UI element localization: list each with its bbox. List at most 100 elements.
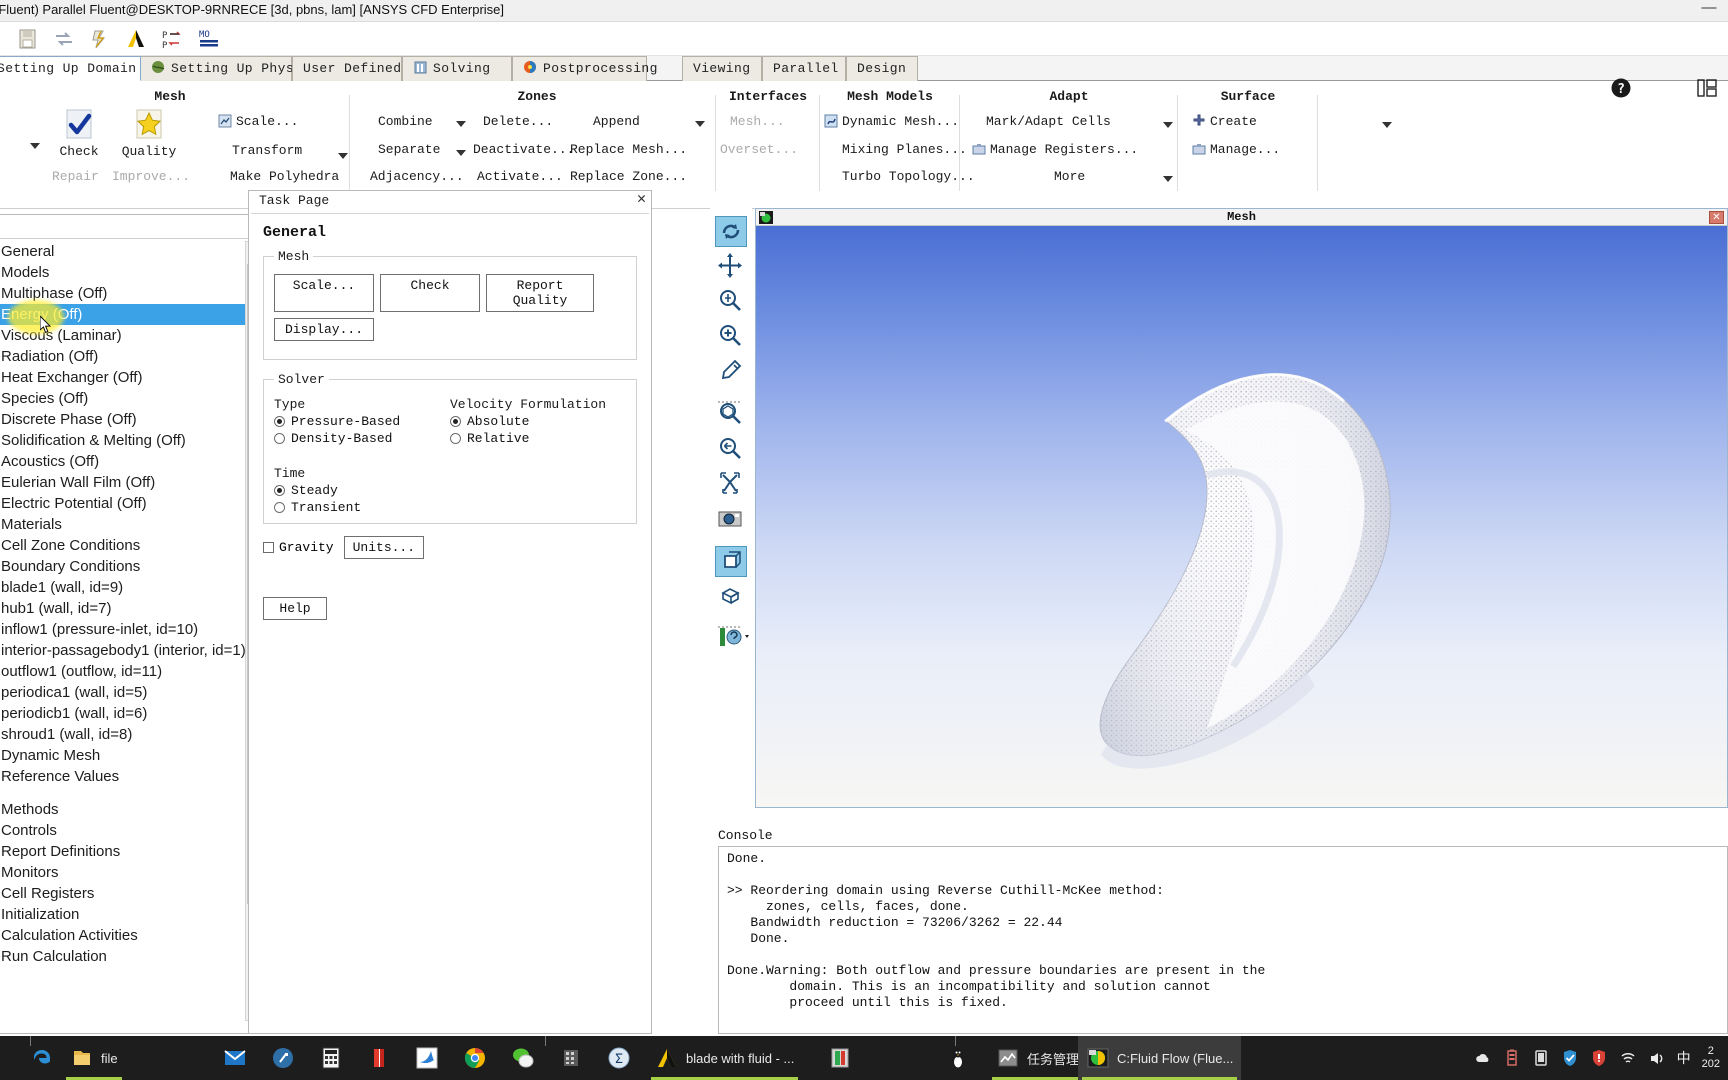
replace-mesh-item[interactable]: Replace Mesh...	[570, 142, 687, 157]
transform-item[interactable]: Transform	[232, 143, 302, 158]
radio-density-based[interactable]: Density-Based	[274, 431, 450, 446]
help-button[interactable]: Help	[263, 597, 327, 620]
tab-setting-up-physics[interactable]: Setting Up Physics	[140, 56, 318, 81]
radio-pressure-based[interactable]: Pressure-Based	[274, 414, 450, 429]
delete-item[interactable]: Delete...	[483, 114, 553, 129]
tab-postprocessing[interactable]: Postprocessing	[512, 56, 657, 81]
pan-icon[interactable]	[715, 251, 747, 282]
zoom-in-icon[interactable]	[715, 321, 747, 352]
zoom-out-icon[interactable]	[715, 434, 747, 465]
tree-item-interior-passagebody1[interactable]: interior-passagebody1 (interior, id=1)	[0, 640, 245, 661]
tree-item-models[interactable]: Models	[0, 262, 245, 283]
tree-item-periodicb1[interactable]: periodicb1 (wall, id=6)	[0, 703, 245, 724]
scale-button[interactable]: Scale...	[274, 274, 374, 312]
console-output-box[interactable]: Done. >> Reordering domain using Reverse…	[718, 846, 1728, 1034]
tree-item-calculation-activities[interactable]: Calculation Activities	[0, 925, 245, 946]
zoom-fit-icon[interactable]	[715, 286, 747, 317]
taskbar-item-mail[interactable]	[215, 1036, 255, 1080]
tree-item-inflow1[interactable]: inflow1 (pressure-inlet, id=10)	[0, 619, 245, 640]
taskbar-item-grid[interactable]	[551, 1036, 591, 1080]
taskbar-item-sigma[interactable]: Σ	[599, 1036, 639, 1080]
radio-steady[interactable]: Steady	[274, 483, 626, 498]
fit-to-window-icon[interactable]	[715, 469, 747, 500]
close-icon[interactable]: ✕	[1709, 211, 1724, 224]
probe-icon[interactable]	[715, 356, 747, 387]
taskbar-item-file-explorer[interactable]: file	[62, 1036, 126, 1080]
lightning-icon[interactable]	[88, 27, 112, 51]
tab-solving[interactable]: Solving	[402, 56, 512, 81]
surface-manage-item[interactable]: Manage...	[1192, 142, 1280, 157]
battery-icon[interactable]	[1503, 1049, 1521, 1067]
tree-item-dynamic-mesh[interactable]: Dynamic Mesh	[0, 745, 245, 766]
append-caret[interactable]	[695, 121, 705, 127]
tree-item-methods[interactable]: Methods	[0, 799, 245, 820]
deactivate-item[interactable]: Deactivate...	[473, 142, 574, 157]
dynamic-mesh-item[interactable]: Dynamic Mesh...	[824, 114, 959, 129]
display-icon[interactable]	[1532, 1049, 1550, 1067]
gravity-checkbox[interactable]: Gravity	[263, 540, 334, 555]
mdm-icon[interactable]: MO	[198, 27, 222, 51]
tree-item-periodica1[interactable]: periodica1 (wall, id=5)	[0, 682, 245, 703]
adapt-caret[interactable]	[1163, 122, 1173, 128]
taskbar-item-chrome[interactable]	[455, 1036, 495, 1080]
tree-item-cell-registers[interactable]: Cell Registers	[0, 883, 245, 904]
adapt-more-item[interactable]: More	[1054, 169, 1085, 184]
tab-user-defined[interactable]: User Defined	[292, 56, 402, 81]
tree-item-materials[interactable]: Materials	[0, 514, 245, 535]
tree-item-electric-potential[interactable]: Electric Potential (Off)	[0, 493, 245, 514]
tree-item-reference-values[interactable]: Reference Values	[0, 766, 245, 787]
separate-caret[interactable]	[456, 150, 466, 156]
activate-item[interactable]: Activate...	[477, 169, 563, 184]
manage-registers-item[interactable]: Manage Registers...	[972, 142, 1138, 157]
rotate-icon[interactable]	[715, 216, 747, 247]
units-button[interactable]: Units...	[343, 536, 425, 559]
cloud-icon[interactable]	[1474, 1049, 1492, 1067]
tree-item-blade1[interactable]: blade1 (wall, id=9)	[0, 577, 245, 598]
ime-indicator[interactable]: 中	[1677, 1048, 1691, 1068]
mark-adapt-cells-item[interactable]: Mark/Adapt Cells	[986, 114, 1111, 129]
taskbar-item-pdf[interactable]	[359, 1036, 399, 1080]
quality-button[interactable]: Quality	[118, 107, 180, 159]
sync-icon[interactable]	[52, 27, 76, 51]
tree-item-report-definitions[interactable]: Report Definitions	[0, 841, 245, 862]
mixing-planes-item[interactable]: Mixing Planes...	[842, 142, 967, 157]
surface-create-item[interactable]: Create	[1192, 114, 1257, 129]
tree-item-outflow1[interactable]: outflow1 (outflow, id=11)	[0, 661, 245, 682]
adapt-more-caret[interactable]	[1163, 176, 1173, 182]
report-quality-button[interactable]: Report Quality	[486, 274, 594, 312]
minimize-button[interactable]: —	[1696, 0, 1722, 19]
taskbar-item-bluebird[interactable]	[407, 1036, 447, 1080]
taskbar-item-tool[interactable]	[263, 1036, 303, 1080]
combine-item[interactable]: Combine	[378, 114, 433, 129]
make-polyhedra-item[interactable]: Make Polyhedra	[230, 169, 339, 184]
mesh-3d-viewport[interactable]	[756, 226, 1727, 807]
volume-icon[interactable]	[1648, 1049, 1666, 1067]
tab-setting-up-domain[interactable]: Setting Up Domain	[0, 56, 141, 81]
tree-item-heat-exchanger[interactable]: Heat Exchanger (Off)	[0, 367, 245, 388]
check-button[interactable]: Check	[48, 107, 110, 159]
camera-icon[interactable]	[715, 504, 747, 535]
help-icon[interactable]: ?	[1610, 77, 1632, 104]
wifi-icon[interactable]	[1619, 1049, 1637, 1067]
tree-item-monitors[interactable]: Monitors	[0, 862, 245, 883]
shield-icon[interactable]	[1561, 1049, 1579, 1067]
p2p-icon[interactable]: PP	[160, 27, 184, 51]
taskbar-item-app[interactable]	[820, 1036, 860, 1080]
fluent-logo-icon[interactable]	[124, 27, 148, 51]
replace-zone-item[interactable]: Replace Zone...	[570, 169, 687, 184]
zoom-box-icon[interactable]	[715, 399, 747, 430]
taskbar-item-wechat[interactable]	[503, 1036, 543, 1080]
radio-absolute[interactable]: Absolute	[450, 414, 626, 429]
perspective-icon[interactable]	[715, 546, 747, 577]
combine-caret[interactable]	[456, 121, 466, 127]
security-icon[interactable]	[1590, 1049, 1608, 1067]
orthographic-icon[interactable]	[715, 581, 747, 612]
transform-caret[interactable]	[338, 153, 348, 159]
layout-icon[interactable]	[1696, 77, 1718, 104]
tree-item-shroud1[interactable]: shroud1 (wall, id=8)	[0, 724, 245, 745]
tree-item-species[interactable]: Species (Off)	[0, 388, 245, 409]
mesh-dropdown-caret[interactable]	[30, 143, 40, 149]
surface-caret[interactable]	[1382, 122, 1392, 128]
tree-item-radiation[interactable]: Radiation (Off)	[0, 346, 245, 367]
close-icon[interactable]: ✕	[637, 192, 646, 207]
